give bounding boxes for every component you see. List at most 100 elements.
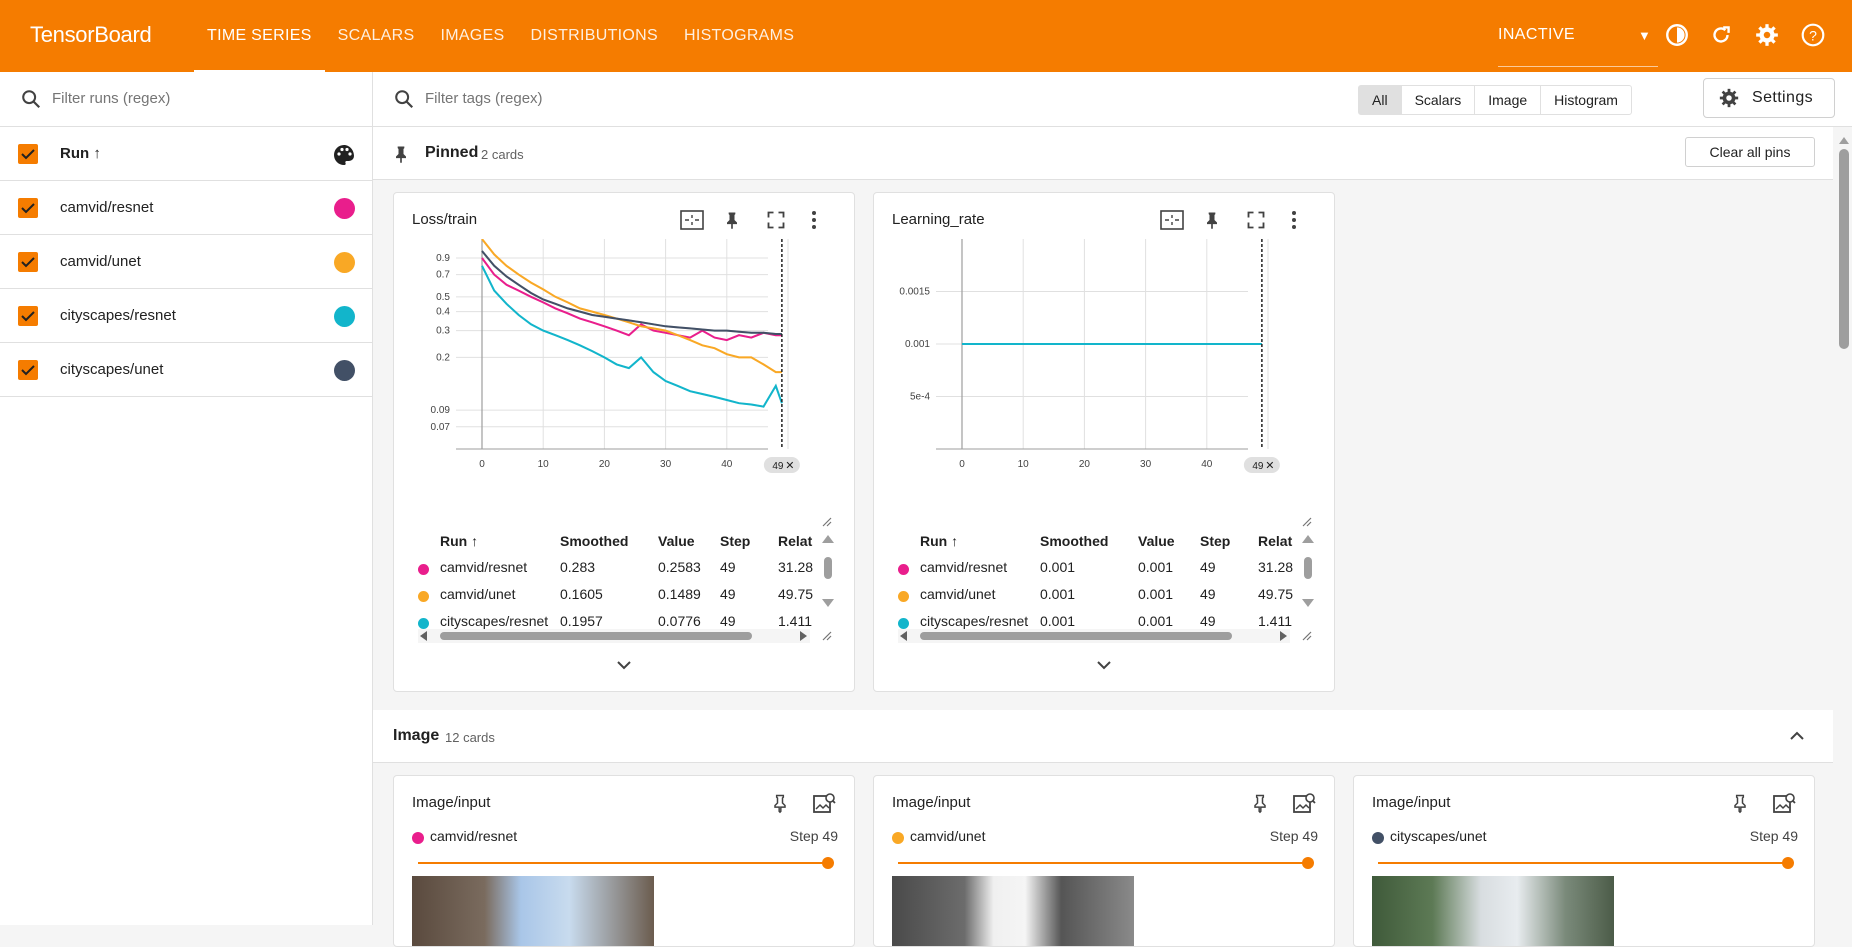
run-column-header[interactable]: Run ↑ — [60, 145, 101, 162]
tab-scalars[interactable]: SCALARS — [325, 0, 428, 72]
filter-image-button[interactable]: Image — [1475, 86, 1542, 114]
more-vert-icon[interactable] — [1290, 209, 1298, 231]
run-checkbox[interactable] — [18, 252, 38, 272]
table-vertical-scrollbar[interactable] — [1302, 535, 1314, 607]
run-color-dot — [898, 564, 909, 575]
pin-icon[interactable] — [770, 792, 790, 814]
step-slider-thumb[interactable] — [1782, 857, 1794, 869]
run-color-dot — [898, 591, 909, 602]
tab-images[interactable]: IMAGES — [427, 0, 517, 72]
run-checkbox[interactable] — [18, 198, 38, 218]
col-value[interactable]: Value — [1138, 533, 1175, 549]
image-settings-icon[interactable] — [812, 792, 836, 816]
cell-run: cityscapes/resnet — [920, 613, 1029, 629]
fit-domain-icon[interactable] — [1160, 209, 1184, 231]
y-tick-label: 0.7 — [436, 270, 450, 281]
run-color-dot — [892, 832, 904, 844]
help-icon[interactable]: ? — [1800, 22, 1826, 48]
reload-status-select[interactable]: INACTIVE — [1498, 26, 1658, 67]
image-card: Image/input cityscapes/unet Step 49 — [1353, 775, 1815, 947]
clear-all-pins-button[interactable]: Clear all pins — [1685, 137, 1815, 167]
tab-time-series[interactable]: TIME SERIES — [194, 0, 325, 72]
line-chart-learning-rate[interactable]: 0 10 20 30 40 0.0015 0.001 5e-4 49 ✕ — [874, 239, 1334, 529]
run-color-swatch[interactable] — [334, 306, 355, 327]
fit-domain-icon[interactable] — [680, 209, 704, 231]
table-vertical-scrollbar[interactable] — [822, 535, 834, 607]
step-slider-thumb[interactable] — [1302, 857, 1314, 869]
col-step[interactable]: Step — [720, 533, 750, 549]
run-row[interactable]: camvid/resnet — [0, 181, 372, 235]
col-smoothed[interactable]: Smoothed — [560, 533, 628, 549]
col-run[interactable]: Run ↑ — [440, 533, 478, 549]
pin-icon[interactable] — [1202, 209, 1222, 231]
step-slider[interactable] — [418, 862, 828, 864]
tags-filter-input[interactable]: Filter tags (regex) — [425, 90, 543, 107]
fullscreen-icon[interactable] — [1246, 210, 1266, 230]
tab-histograms[interactable]: HISTOGRAMS — [671, 0, 807, 72]
cell-value: 0.001 — [1138, 559, 1174, 575]
run-color-swatch[interactable] — [334, 360, 355, 381]
pin-icon[interactable] — [1250, 792, 1270, 814]
table-horizontal-scrollbar[interactable] — [898, 629, 1290, 643]
y-tick-label: 0.07 — [431, 422, 451, 433]
run-row[interactable]: cityscapes/unet — [0, 343, 372, 397]
more-vert-icon[interactable] — [810, 209, 818, 231]
sample-image — [1372, 876, 1614, 946]
card-title: Image/input — [892, 794, 971, 811]
run-row[interactable]: cityscapes/resnet — [0, 289, 372, 343]
resize-handle-icon[interactable] — [822, 631, 832, 641]
col-run[interactable]: Run ↑ — [920, 533, 958, 549]
runs-filter-input[interactable]: Filter runs (regex) — [52, 90, 170, 107]
x-tick-label: 40 — [721, 459, 733, 470]
filter-scalars-button[interactable]: Scalars — [1402, 86, 1476, 114]
col-value[interactable]: Value — [658, 533, 695, 549]
pinned-title: Pinned — [425, 144, 479, 161]
reload-icon[interactable] — [1708, 22, 1734, 48]
image-settings-icon[interactable] — [1772, 792, 1796, 816]
tab-distributions[interactable]: DISTRIBUTIONS — [518, 0, 671, 72]
page-scrollbar[interactable] — [1838, 137, 1850, 925]
filter-all-button[interactable]: All — [1359, 86, 1402, 114]
col-relative[interactable]: Relat — [778, 533, 812, 549]
expand-less-icon[interactable] — [1789, 730, 1805, 742]
filter-histogram-button[interactable]: Histogram — [1541, 86, 1631, 114]
expand-more-icon[interactable] — [616, 659, 632, 671]
col-step[interactable]: Step — [1200, 533, 1230, 549]
settings-button[interactable]: Settings — [1703, 78, 1835, 118]
theme-toggle-icon[interactable] — [1664, 22, 1690, 48]
table-horizontal-scrollbar[interactable] — [418, 629, 810, 643]
run-checkbox[interactable] — [18, 360, 38, 380]
cell-run: camvid/unet — [920, 586, 996, 602]
gear-icon[interactable] — [1754, 22, 1780, 48]
resize-handle-icon[interactable] — [822, 517, 832, 527]
run-color-swatch[interactable] — [334, 198, 355, 219]
step-slider-thumb[interactable] — [822, 857, 834, 869]
step-slider[interactable] — [898, 862, 1308, 864]
scalar-card-loss-train: Loss/train 0 10 20 30 40 0.9 0.7 0.5 0.4 0.3 0.2 0.… — [393, 192, 855, 692]
resize-handle-icon[interactable] — [1302, 631, 1312, 641]
fullscreen-icon[interactable] — [766, 210, 786, 230]
runs-filter[interactable]: Filter runs (regex) — [0, 72, 372, 127]
step-slider[interactable] — [1378, 862, 1788, 864]
image-settings-icon[interactable] — [1292, 792, 1316, 816]
chevron-down-icon[interactable]: ▼ — [1638, 28, 1651, 43]
run-checkbox[interactable] — [18, 306, 38, 326]
expand-more-icon[interactable] — [1096, 659, 1112, 671]
col-relative[interactable]: Relat — [1258, 533, 1292, 549]
cell-relative: 49.75 — [778, 586, 814, 602]
select-all-checkbox[interactable] — [18, 144, 38, 164]
run-color-dot — [898, 618, 909, 629]
image-card: Image/input camvid/unet Step 49 — [873, 775, 1335, 947]
image-section-header[interactable]: Image 12 cards — [373, 710, 1833, 763]
line-chart-loss-train[interactable]: 0 10 20 30 40 0.9 0.7 0.5 0.4 0.3 0.2 0.09 0.07 49 ✕ — [394, 239, 854, 529]
pin-icon[interactable] — [722, 209, 742, 231]
resize-handle-icon[interactable] — [1302, 517, 1312, 527]
step-label: Step 49 — [1749, 828, 1798, 844]
col-smoothed[interactable]: Smoothed — [1040, 533, 1108, 549]
y-tick-label: 0.3 — [436, 326, 450, 337]
pin-icon[interactable] — [1730, 792, 1750, 814]
run-name: camvid/unet — [60, 253, 141, 270]
palette-icon[interactable] — [332, 143, 356, 167]
run-row[interactable]: camvid/unet — [0, 235, 372, 289]
run-color-swatch[interactable] — [334, 252, 355, 273]
